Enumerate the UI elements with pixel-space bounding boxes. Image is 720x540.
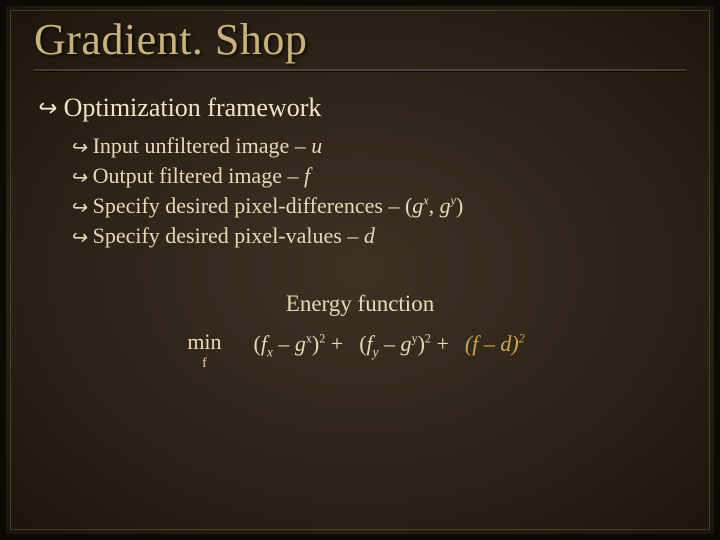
- bullet-prefix: Input unfiltered image –: [93, 133, 312, 158]
- slide: Gradient. Shop ↪ Optimization framework …: [6, 6, 714, 534]
- sub-bullet-list: ↪ Input unfiltered image – u ↪ Output fi…: [70, 133, 686, 249]
- variable-d: d: [364, 223, 375, 248]
- energy-caption: Energy function: [34, 291, 686, 317]
- paren-open: (: [359, 331, 366, 356]
- curl-arrow-icon: ↪: [36, 94, 56, 124]
- plus: +: [325, 331, 343, 356]
- energy-function-block: Energy function min f (fx – gx)2 + (fy –…: [34, 291, 686, 371]
- paren-close: ): [511, 331, 518, 356]
- minus: –: [273, 331, 295, 356]
- minus: –: [379, 331, 401, 356]
- curl-arrow-icon: ↪: [70, 196, 87, 220]
- bullet-prefix: Specify desired pixel-values –: [93, 223, 364, 248]
- title-underline: [34, 69, 686, 71]
- plus: +: [431, 331, 449, 356]
- min-label: min: [187, 331, 221, 353]
- bullet-prefix: Specify desired pixel-differences – (: [93, 193, 413, 218]
- min-operator: min f: [187, 325, 221, 371]
- section-heading: Optimization framework: [64, 93, 322, 123]
- paren-open: (: [254, 331, 261, 356]
- variable-gy: gy: [440, 193, 456, 218]
- variable-f: f: [304, 163, 310, 188]
- list-item: ↪ Output filtered image – f: [70, 163, 686, 189]
- energy-equation-row: min f (fx – gx)2 + (fy – gy)2 + (f – d)2: [34, 325, 686, 371]
- bullet-text: Specify desired pixel-values – d: [93, 223, 375, 249]
- section-heading-row: ↪ Optimization framework: [36, 93, 686, 123]
- variable-gx: gx: [412, 193, 428, 218]
- bullet-text: Specify desired pixel-differences – (gx,…: [93, 193, 464, 219]
- paren-close: ): [418, 331, 425, 356]
- energy-term-3: (f – d)2: [457, 325, 533, 359]
- curl-arrow-icon: ↪: [70, 226, 87, 250]
- var-d: d: [500, 331, 511, 356]
- bullet-suffix: ): [456, 193, 463, 218]
- var-g: g: [401, 331, 412, 356]
- bullet-text: Input unfiltered image – u: [93, 133, 323, 159]
- bullet-prefix: Output filtered image –: [93, 163, 304, 188]
- list-item: ↪ Specify desired pixel-values – d: [70, 223, 686, 249]
- curl-arrow-icon: ↪: [70, 166, 87, 190]
- slide-title: Gradient. Shop: [34, 14, 686, 65]
- energy-term-2: (fy – gy)2 +: [351, 325, 457, 359]
- bullet-text: Output filtered image – f: [93, 163, 311, 189]
- variable-u: u: [311, 133, 322, 158]
- separator: ,: [429, 193, 440, 218]
- min-subscript: f: [202, 357, 207, 371]
- curl-arrow-icon: ↪: [70, 136, 87, 160]
- list-item: ↪ Specify desired pixel-differences – (g…: [70, 193, 686, 219]
- energy-term-1: (fx – gx)2 +: [246, 325, 352, 359]
- minus: –: [478, 331, 500, 356]
- var-g: g: [295, 331, 306, 356]
- exponent-2: 2: [519, 332, 525, 346]
- list-item: ↪ Input unfiltered image – u: [70, 133, 686, 159]
